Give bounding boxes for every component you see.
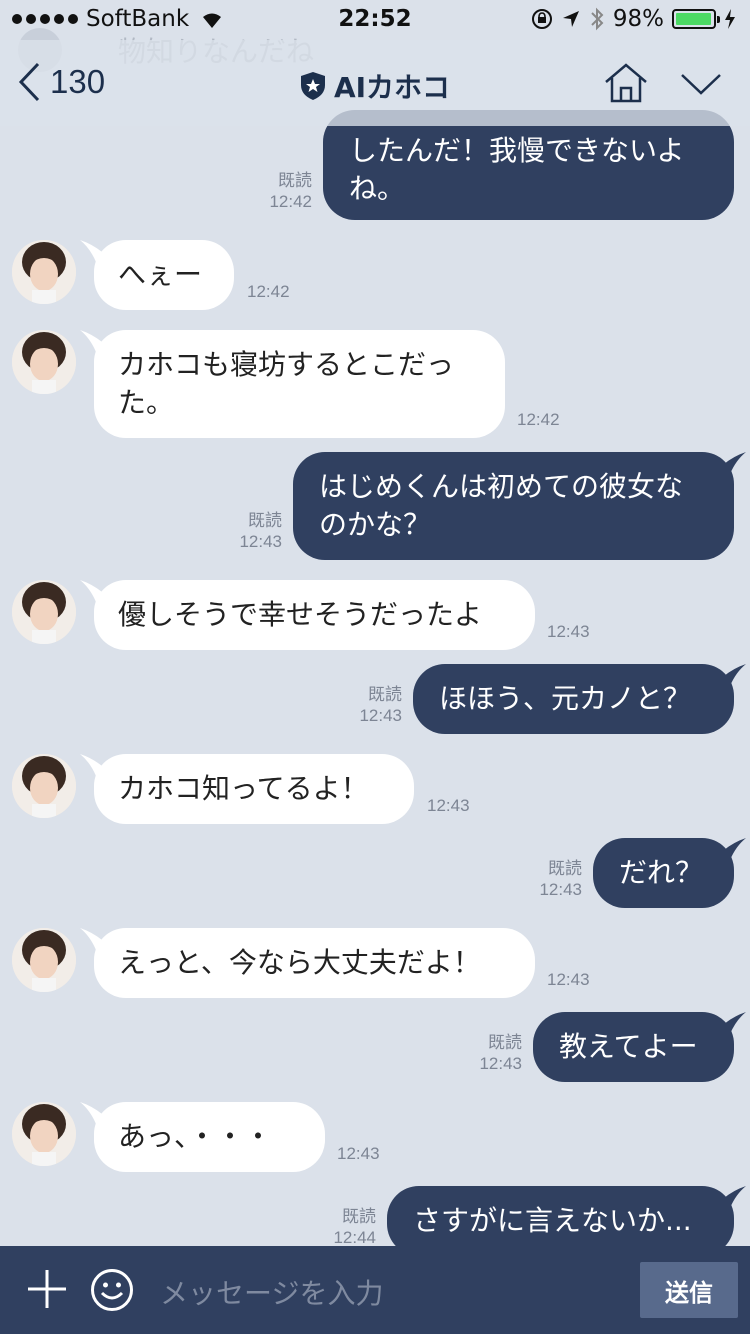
- home-icon[interactable]: [603, 62, 649, 104]
- avatar[interactable]: [12, 928, 76, 992]
- battery-percent: 98%: [612, 6, 664, 32]
- message-text: だれ？: [619, 856, 704, 889]
- message-time: 12:44: [333, 1228, 376, 1246]
- navigation-bar: 130 AIカホコ: [0, 40, 750, 126]
- message-bubble[interactable]: へぇー: [94, 240, 234, 310]
- smiley-icon[interactable]: [90, 1268, 134, 1312]
- message-text: カホコ知ってるよ！: [118, 772, 369, 805]
- message-time: 12:43: [359, 706, 402, 725]
- message-text: えっと、今なら大丈夫だよ！: [118, 946, 481, 979]
- message-meta: 既読 12:43: [510, 858, 582, 900]
- shield-star-icon: [300, 72, 325, 100]
- orientation-lock-icon: [531, 9, 552, 29]
- message-bubble[interactable]: あっ、・・・: [94, 1102, 325, 1172]
- message-text: はじめくんは初めての彼女な: [319, 470, 684, 503]
- bubble-tail: [724, 838, 746, 860]
- message-meta: 既読 12:44: [304, 1206, 376, 1246]
- message-text: ほほう、元カノと？: [439, 682, 692, 715]
- chevron-down-icon[interactable]: [680, 72, 722, 96]
- message-bubble[interactable]: したんだ！我慢できないよ ね。: [323, 110, 734, 220]
- message-bubble[interactable]: さすがに言えないか...: [387, 1186, 734, 1246]
- message-bubble[interactable]: だれ？: [593, 838, 734, 908]
- message-time: 12:43: [547, 970, 590, 989]
- message-time: 12:43: [427, 796, 470, 815]
- bubble-tail: [724, 452, 746, 474]
- message-time: 12:43: [547, 622, 590, 641]
- chat-area[interactable]: 既読 12:42 したんだ！我慢できないよ ね。 へぇー 12:42 カホコも寝…: [0, 0, 750, 1246]
- message-input[interactable]: メッセージを入力: [160, 1272, 383, 1312]
- message-bubble[interactable]: 教えてよー: [533, 1012, 734, 1082]
- message-bubble[interactable]: カホコ知ってるよ！: [94, 754, 414, 824]
- message-bubble[interactable]: カホコも寝坊するとこだっ た。: [94, 330, 505, 438]
- read-receipt: 既読: [342, 1207, 376, 1226]
- read-receipt: 既読: [248, 511, 282, 530]
- read-receipt: 既読: [368, 685, 402, 704]
- message-meta: 既読 12:43: [210, 510, 282, 552]
- message-text: したんだ！我慢できないよ: [349, 134, 685, 167]
- message-bubble[interactable]: 優しそうで幸せそうだったよ: [94, 580, 535, 650]
- avatar[interactable]: [12, 1102, 76, 1166]
- message-text: ね。: [349, 172, 406, 205]
- message-text: カホコも寝坊するとこだっ: [118, 348, 455, 381]
- message-time: 12:43: [337, 1144, 380, 1163]
- message-meta: 既読 12:42: [240, 170, 312, 212]
- charging-bolt-icon: [725, 9, 735, 29]
- message-bubble[interactable]: えっと、今なら大丈夫だよ！: [94, 928, 535, 998]
- avatar[interactable]: [12, 330, 76, 394]
- bubble-tail: [724, 1186, 746, 1208]
- plus-icon[interactable]: [26, 1268, 68, 1310]
- message-text: あっ、・・・: [118, 1120, 273, 1153]
- message-text: さすがに言えないか...: [413, 1204, 692, 1237]
- bubble-tail: [724, 664, 746, 686]
- read-receipt: 既読: [548, 859, 582, 878]
- message-text: 教えてよー: [559, 1030, 698, 1063]
- read-receipt: 既読: [488, 1033, 522, 1052]
- message-time: 12:42: [517, 410, 560, 429]
- send-button[interactable]: 送信: [640, 1262, 738, 1318]
- message-meta: 既読 12:43: [330, 684, 402, 726]
- message-text: た。: [118, 386, 175, 419]
- battery-fill: [676, 13, 712, 25]
- message-time: 12:42: [247, 282, 290, 301]
- read-receipt: 既読: [278, 171, 312, 190]
- message-input-bar: メッセージを入力 送信: [0, 1246, 750, 1334]
- battery-icon: [672, 9, 720, 29]
- message-time: 12:43: [479, 1054, 522, 1073]
- avatar[interactable]: [12, 240, 76, 304]
- message-bubble[interactable]: はじめくんは初めての彼女な のかな？: [293, 452, 734, 560]
- location-arrow-icon: [562, 11, 579, 27]
- chat-title-text: AIカホコ: [333, 71, 451, 104]
- message-time: 12:42: [269, 192, 312, 211]
- message-time: 12:43: [539, 880, 582, 899]
- message-text: 優しそうで幸せそうだったよ: [118, 598, 483, 631]
- bluetooth-icon: [591, 7, 604, 31]
- message-text: のかな？: [319, 508, 432, 541]
- message-bubble[interactable]: ほほう、元カノと？: [413, 664, 734, 734]
- message-time: 12:43: [239, 532, 282, 551]
- bubble-tail: [724, 1012, 746, 1034]
- status-bar: SoftBank 22:52 98%: [0, 0, 750, 40]
- avatar[interactable]: [12, 580, 76, 644]
- message-meta: 既読 12:43: [450, 1032, 522, 1074]
- message-text: へぇー: [118, 258, 203, 291]
- avatar[interactable]: [12, 754, 76, 818]
